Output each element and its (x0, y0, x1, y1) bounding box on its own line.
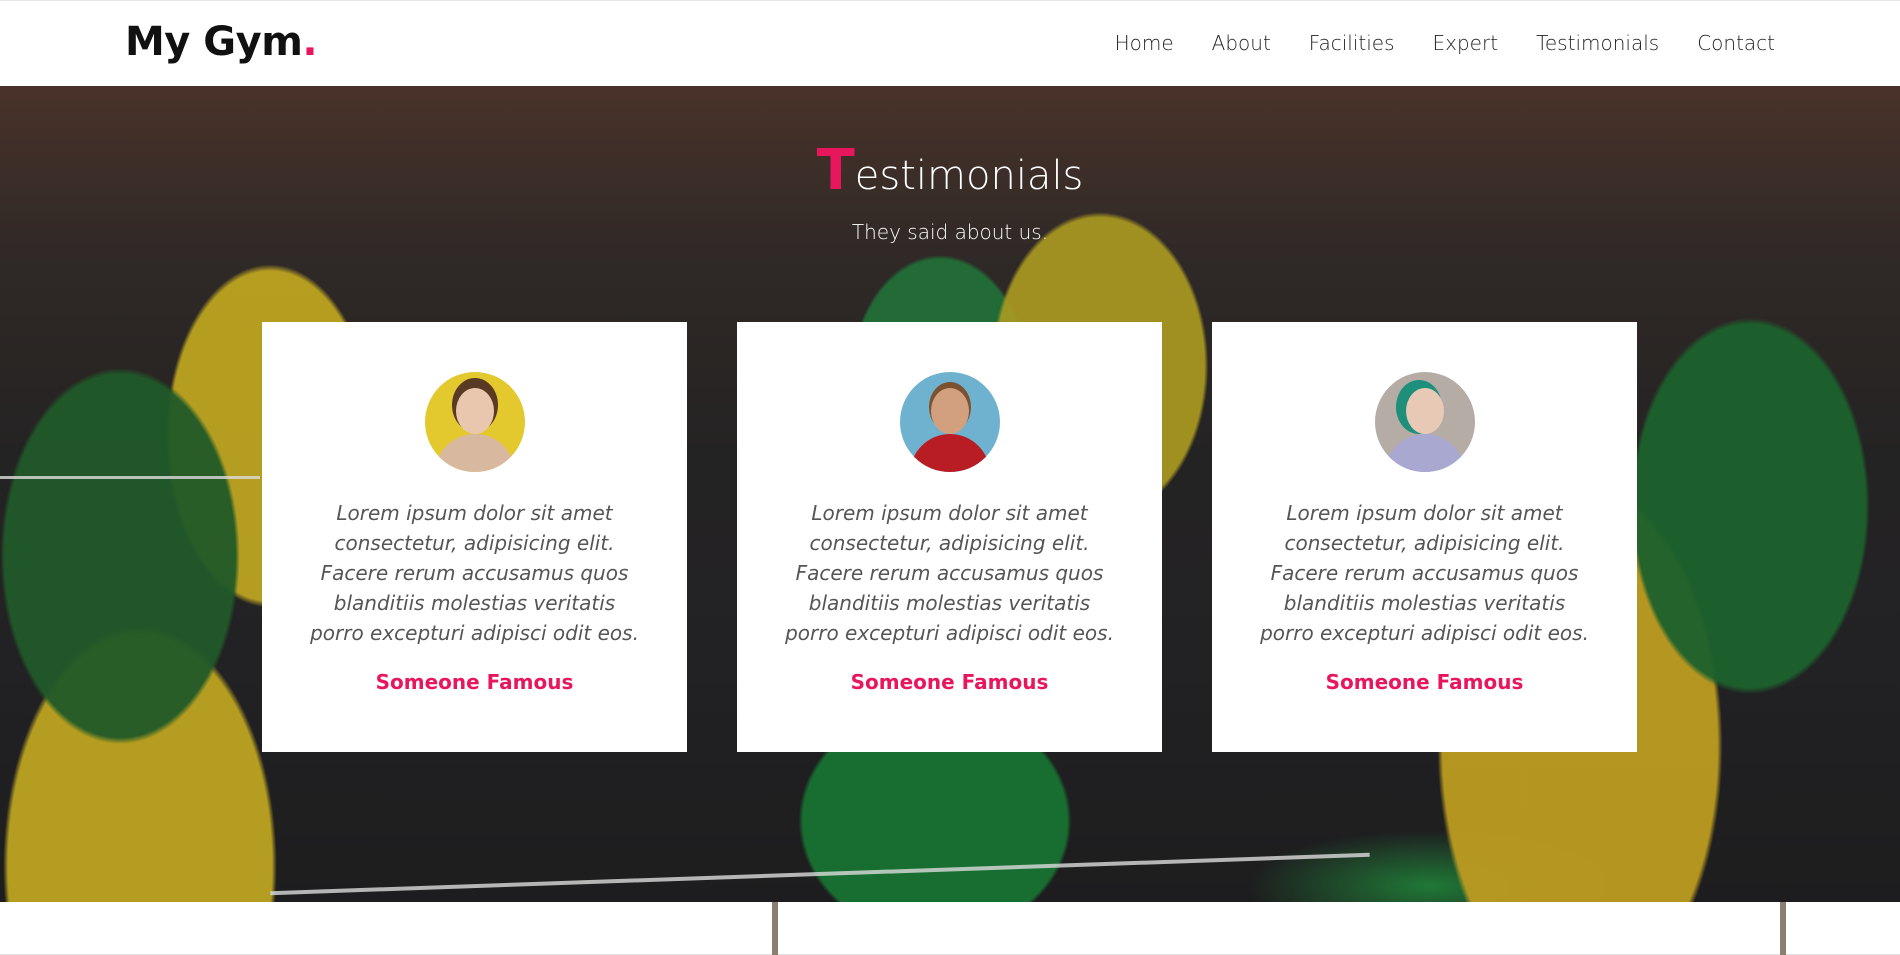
testimonial-author: Someone Famous (375, 670, 574, 694)
testimonials-section: Testimonials They said about us. Lorem i… (0, 86, 1900, 902)
decorative-post (772, 902, 778, 955)
avatar-head-shape (930, 388, 969, 434)
next-section-edge (0, 902, 1900, 955)
avatar (1374, 372, 1475, 472)
brand-dot: . (302, 19, 318, 65)
testimonial-author: Someone Famous (1325, 670, 1524, 694)
testimonial-author: Someone Famous (850, 670, 1049, 694)
floor-line (0, 476, 260, 479)
floor-line (270, 852, 1370, 896)
brand-name: My Gym (125, 19, 303, 65)
avatar-head-shape (1405, 388, 1444, 434)
avatar-body-shape (1384, 434, 1465, 472)
nav-testimonials[interactable]: Testimonials (1536, 31, 1659, 55)
title-rest: estimonials (854, 153, 1084, 199)
brand-logo[interactable]: My Gym. (125, 19, 318, 65)
testimonial-quote: Lorem ipsum dolor sit amet consectetur, … (1260, 501, 1589, 645)
nav-home[interactable]: Home (1115, 31, 1174, 55)
testimonial-quote: Lorem ipsum dolor sit amet consectetur, … (310, 501, 639, 645)
nav-facilities[interactable]: Facilities (1309, 31, 1395, 55)
decorative-post (1780, 902, 1786, 955)
avatar (899, 372, 1000, 472)
avatar (424, 372, 525, 472)
testimonial-card: Lorem ipsum dolor sit amet consectetur, … (737, 322, 1162, 752)
main-nav: Home About Facilities Expert Testimonial… (1115, 31, 1775, 55)
avatar-body-shape (434, 434, 515, 472)
section-title: Testimonials (0, 138, 1900, 203)
title-first-letter: T (816, 138, 855, 203)
testimonial-card: Lorem ipsum dolor sit amet consectetur, … (1212, 322, 1637, 752)
nav-about[interactable]: About (1212, 31, 1271, 55)
nav-expert[interactable]: Expert (1433, 31, 1499, 55)
testimonial-quote: Lorem ipsum dolor sit amet consectetur, … (785, 501, 1114, 645)
nav-contact[interactable]: Contact (1697, 31, 1775, 55)
avatar-head-shape (455, 388, 494, 434)
testimonial-cards: Lorem ipsum dolor sit amet consectetur, … (262, 322, 1637, 752)
testimonial-card: Lorem ipsum dolor sit amet consectetur, … (262, 322, 687, 752)
avatar-body-shape (909, 434, 990, 472)
navbar: My Gym. Home About Facilities Expert Tes… (0, 0, 1900, 86)
section-subtitle: They said about us. (851, 220, 1049, 244)
